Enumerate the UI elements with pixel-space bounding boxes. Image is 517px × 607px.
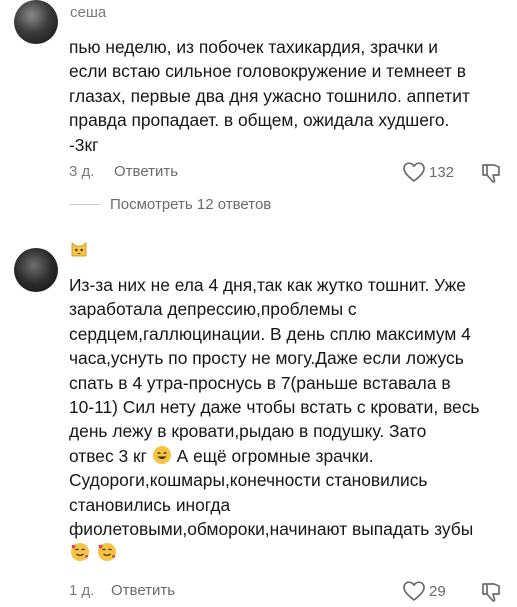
- avatar[interactable]: [14, 248, 58, 292]
- comment-line: если встаю сильное головокружение и темн…: [69, 61, 466, 82]
- comment-line: Из-за них не ела 4 дня,так как жутко тош…: [69, 275, 466, 295]
- divider: [70, 204, 100, 205]
- comment-line: фиолетовыми,обмороки,начинают выпадать з…: [69, 519, 474, 540]
- like-count: 132: [429, 163, 455, 181]
- comment-line: Судороги,кошмары,конечности становились: [69, 470, 428, 491]
- comment-line: часа,уснуть по просту не могу.Даже если …: [69, 348, 464, 369]
- thumbs-down-icon: [482, 583, 500, 602]
- comment-actions: 1 д. Ответить 29: [69, 580, 509, 604]
- comment-date: 3 д.: [69, 163, 95, 180]
- smiling-face-with-hearts-emoji-icon: [97, 543, 116, 562]
- cat-face-emoji-icon: [71, 242, 87, 257]
- thumbs-down-icon: [482, 164, 500, 183]
- comment-text: Из-за них не ела 4 дня,так как жутко тош…: [69, 273, 509, 567]
- smiling-face-emoji-icon: [152, 445, 171, 464]
- comment-line: правда пропадает. в общем, ожидала худше…: [69, 110, 450, 131]
- comment-line: отвес 3 кг А ещё огромные зрачки.: [69, 444, 509, 468]
- reply-button[interactable]: Ответить: [111, 582, 175, 599]
- username[interactable]: [70, 240, 88, 262]
- username[interactable]: сеша: [70, 4, 106, 21]
- comment-actions: 3 д. Ответить 132: [69, 161, 509, 185]
- avatar[interactable]: [14, 0, 58, 44]
- comment-line: пью неделю, из побочек тахикардия, зрачк…: [69, 37, 438, 57]
- comment-line: сердцем,галлюцинации. В день сплю максим…: [69, 323, 471, 344]
- comment-date: 1 д.: [69, 582, 95, 599]
- reply-button[interactable]: Ответить: [114, 163, 178, 180]
- comment-line: 10-11) Сил нету даже чтобы встать с кров…: [69, 397, 480, 418]
- comment-line: глазах, первые два дня ужасно тошнило. а…: [69, 85, 470, 106]
- dislike-button[interactable]: [480, 581, 502, 607]
- comment-line: [69, 541, 509, 566]
- dislike-button[interactable]: [480, 162, 502, 188]
- view-replies-label: Посмотреть 12 ответов: [110, 196, 272, 213]
- comment-fragment: отвес 3 кг: [69, 445, 147, 466]
- like-button[interactable]: 132: [402, 161, 454, 183]
- comment-line: день лежу в кровати,рыдаю в подушку. Зат…: [69, 421, 427, 442]
- comment-line: заработала депрессию,проблемы с: [69, 299, 357, 320]
- comment-fragment: А ещё огромные зрачки.: [176, 445, 374, 466]
- heart-icon: [403, 581, 425, 601]
- comment-line: становились иногда: [69, 494, 231, 515]
- heart-icon: [403, 162, 425, 182]
- comment-text: пью неделю, из побочек тахикардия, зрачк…: [69, 35, 509, 157]
- like-count: 29: [429, 582, 446, 600]
- like-button[interactable]: 29: [402, 580, 446, 602]
- view-replies-button[interactable]: Посмотреть 12 ответов: [70, 196, 271, 213]
- smiling-face-with-hearts-emoji-icon: [71, 543, 89, 562]
- comment-line: спать в 4 утра-проснусь в 7(раньше встав…: [69, 372, 451, 393]
- comment-line: -3кг: [69, 134, 99, 155]
